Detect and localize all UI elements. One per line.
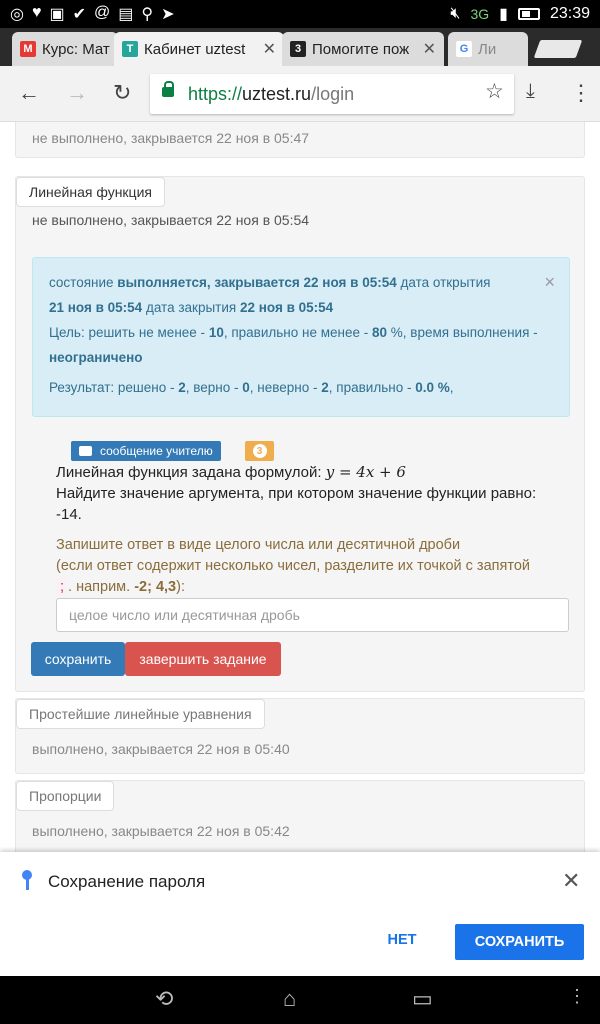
goal-time: неограничено bbox=[49, 350, 143, 365]
tab-google[interactable]: G Ли bbox=[448, 32, 528, 66]
new-tab-button[interactable] bbox=[533, 40, 583, 58]
task-title-button[interactable]: Пропорции bbox=[16, 781, 115, 811]
task-info-alert: × состояние выполняется, закрывается 22 … bbox=[32, 257, 570, 417]
network-indicator: 3G bbox=[470, 6, 490, 22]
tab-label: Курс: Мат bbox=[42, 40, 110, 58]
state-line: состояние выполняется, закрывается 22 но… bbox=[49, 275, 491, 290]
message-count: 3 bbox=[252, 444, 267, 458]
google-icon: G bbox=[456, 41, 472, 57]
task-card-proportions: Пропорции выполнено, закрывается 22 ноя … bbox=[15, 780, 585, 852]
reload-icon[interactable]: ↻ bbox=[113, 80, 131, 106]
menu-icon[interactable]: ⋮ bbox=[570, 80, 592, 106]
dates-line: 21 ноя в 05:54 дата закрытия 22 ноя в 05… bbox=[49, 300, 334, 315]
key-icon bbox=[22, 870, 34, 890]
address-bar[interactable]: https://uztest.ru/login bbox=[150, 74, 514, 114]
uztest-icon: T bbox=[122, 41, 138, 57]
message-count-badge[interactable]: 3 bbox=[245, 441, 274, 461]
task-status: не выполнено, закрывается 22 ноя в 05:54 bbox=[32, 212, 310, 228]
at-icon: @ bbox=[94, 4, 111, 21]
notification-icons: ◎ ♥ ▣ ✔ @ ▤ ⚲ ➤ bbox=[10, 4, 175, 24]
check-icon: ✔ bbox=[72, 6, 86, 23]
message-teacher-label: сообщение учителю bbox=[100, 444, 213, 458]
save-password-prompt: Сохранение пароля ✕ НЕТ СОХРАНИТЬ bbox=[0, 852, 600, 976]
save-button[interactable]: сохранить bbox=[31, 642, 125, 676]
result-line: Результат: решено - 2, верно - 0, неверн… bbox=[49, 380, 454, 395]
clock: 23:39 bbox=[549, 5, 590, 22]
goal-line: Цель: решить не менее - 10, правильно не… bbox=[49, 325, 538, 340]
task-card-linear-function: Линейная функция не выполнено, закрывает… bbox=[15, 176, 585, 692]
heart-icon: ♥ bbox=[31, 4, 42, 21]
forward-icon[interactable]: → bbox=[66, 80, 88, 106]
android-nav-bar: ⟲ ⌂ ▭ ⋮ bbox=[0, 976, 600, 1024]
message-teacher-button[interactable]: сообщение учителю bbox=[71, 441, 221, 461]
task-card-simple-equations: Простейшие линейные уравнения выполнено,… bbox=[15, 698, 585, 774]
recents-nav-icon[interactable]: ▭ bbox=[412, 986, 433, 1012]
tab-label: Ли bbox=[478, 40, 497, 58]
decline-button[interactable]: НЕТ bbox=[375, 932, 429, 948]
back-nav-icon[interactable]: ⟲ bbox=[155, 986, 173, 1012]
formula: y = 4x + 6 bbox=[325, 463, 406, 481]
tab-uztest[interactable]: T Кабинет uztest ✕ bbox=[114, 32, 284, 66]
send-icon: ➤ bbox=[161, 6, 175, 23]
tab-label: Кабинет uztest bbox=[144, 40, 246, 58]
browser-tab-strip: M Курс: Мат T Кабинет uztest ✕ 3 Помогит… bbox=[0, 28, 600, 66]
task-status: выполнено, закрывается 22 ноя в 05:40 bbox=[32, 741, 290, 757]
close-icon[interactable]: × bbox=[544, 270, 555, 295]
task-title-button[interactable]: Простейшие линейные уравнения bbox=[16, 699, 265, 729]
chat-icon: ▤ bbox=[118, 6, 134, 23]
search-icon: ⚲ bbox=[141, 6, 154, 23]
task-card-previous: не выполнено, закрывается 22 ноя в 05:47 bbox=[15, 122, 585, 158]
system-icons: 🔇︎ 3G ▮ 23:39 bbox=[450, 4, 590, 24]
finish-task-button[interactable]: завершить задание bbox=[125, 642, 281, 676]
chrome-icon: ◎ bbox=[10, 6, 24, 23]
mkr-icon: M bbox=[20, 41, 36, 57]
android-status-bar: ◎ ♥ ▣ ✔ @ ▤ ⚲ ➤ 🔇︎ 3G ▮ 23:39 bbox=[0, 0, 600, 28]
back-icon[interactable]: ← bbox=[18, 80, 40, 106]
answer-input[interactable]: целое число или десятичная дробь bbox=[56, 598, 569, 632]
close-icon[interactable]: ✕ bbox=[562, 868, 580, 894]
znanija-icon: 3 bbox=[290, 41, 306, 57]
tab-kurs[interactable]: M Курс: Мат bbox=[12, 32, 118, 66]
prompt-title: Сохранение пароля bbox=[48, 872, 206, 891]
browser-toolbar: ← → ↻ https://uztest.ru/login ☆ ⤓ ⋮ bbox=[0, 66, 600, 122]
tab-label: Помогите пож bbox=[312, 40, 410, 58]
page-content: не выполнено, закрывается 22 ноя в 05:47… bbox=[0, 122, 600, 852]
task-status: не выполнено, закрывается 22 ноя в 05:47 bbox=[32, 130, 310, 146]
battery-icon bbox=[517, 8, 540, 20]
task-title-button[interactable]: Линейная функция bbox=[16, 177, 165, 207]
lock-icon bbox=[162, 81, 174, 97]
save-password-button[interactable]: СОХРАНИТЬ bbox=[455, 924, 584, 960]
url-text[interactable]: https://uztest.ru/login bbox=[188, 84, 354, 105]
mute-icon: 🔇︎ bbox=[450, 5, 461, 22]
message-icon bbox=[79, 446, 92, 456]
image-icon: ▣ bbox=[49, 6, 65, 23]
close-tab-icon[interactable]: ✕ bbox=[263, 39, 276, 59]
overflow-nav-icon[interactable]: ⋮ bbox=[568, 986, 586, 1007]
close-tab-icon[interactable]: ✕ bbox=[423, 39, 436, 59]
task-question: Линейная функция задана формулой: y = 4x… bbox=[56, 463, 537, 523]
task-status: выполнено, закрывается 22 ноя в 05:42 bbox=[32, 823, 290, 839]
bookmark-star-icon[interactable]: ☆ bbox=[485, 79, 504, 104]
tab-znanija[interactable]: 3 Помогите пож ✕ bbox=[282, 32, 444, 66]
download-icon[interactable]: ⤓ bbox=[526, 80, 535, 103]
signal-icon: ▮ bbox=[499, 6, 508, 23]
home-nav-icon[interactable]: ⌂ bbox=[283, 986, 296, 1012]
answer-hint: Запишите ответ в виде целого числа или д… bbox=[56, 535, 571, 598]
